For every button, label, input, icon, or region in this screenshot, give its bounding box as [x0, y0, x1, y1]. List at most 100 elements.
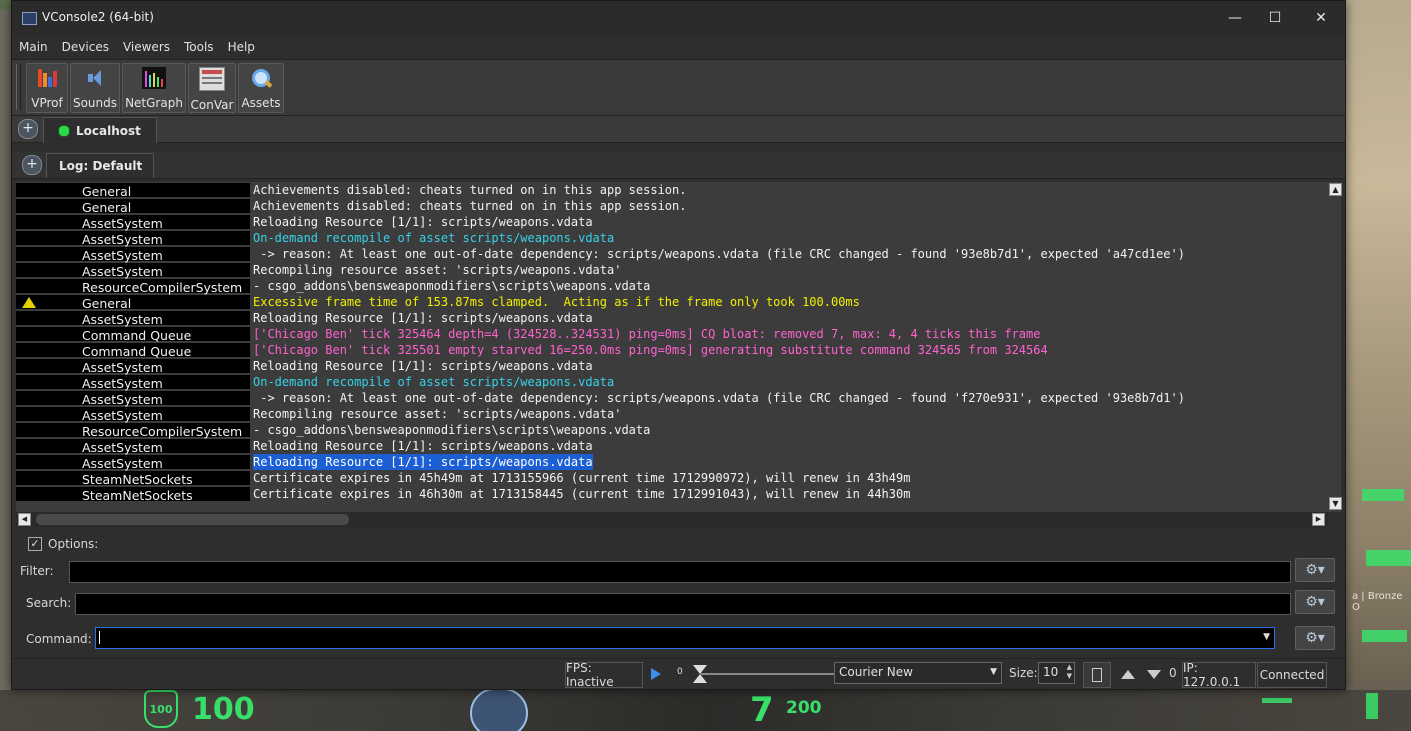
- log-message: Recompiling resource asset: 'scripts/wea…: [253, 407, 622, 421]
- size-label: Size:: [1009, 666, 1038, 680]
- sounds-button[interactable]: Sounds: [70, 63, 120, 113]
- vprof-button[interactable]: VProf: [26, 63, 68, 113]
- log-row[interactable]: AssetSystem Reloading Resource [1/1]: scr…: [16, 310, 1328, 327]
- netgraph-button[interactable]: NetGraph: [122, 63, 186, 113]
- close-button[interactable]: ✕: [1301, 6, 1341, 30]
- log-category-cell: AssetSystem: [16, 391, 250, 407]
- title-bar[interactable]: VConsole2 (64-bit) — ☐ ✕: [12, 1, 1345, 35]
- spinner-arrows-icon[interactable]: ▲ ▼: [1067, 663, 1072, 681]
- log-category-cell: General: [16, 295, 250, 311]
- arrow-up-icon: [1121, 669, 1135, 679]
- add-connection-button[interactable]: +: [18, 119, 38, 139]
- search-settings-button[interactable]: ⚙▾: [1295, 590, 1335, 614]
- log-message: Certificate expires in 46h30m at 1713158…: [253, 487, 911, 501]
- log-row[interactable]: AssetSystem On-demand recompile of asset …: [16, 230, 1328, 247]
- log-vertical-scrollbar[interactable]: ▲ ▼: [1328, 182, 1342, 512]
- log-horizontal-scrollbar[interactable]: ◀ ▶: [16, 512, 1328, 527]
- log-row[interactable]: AssetSystem Recompiling resource asset: '…: [16, 262, 1328, 279]
- menu-viewers[interactable]: Viewers: [116, 37, 177, 57]
- chevron-down-icon: ▼: [990, 667, 997, 677]
- log-row[interactable]: AssetSystem Reloading Resource [1/1]: scr…: [16, 438, 1328, 455]
- log-category-cell: Command Queue: [16, 343, 250, 359]
- log-row[interactable]: Command Queue ['Chicago Ben' tick 325464 …: [16, 326, 1328, 343]
- log-category: AssetSystem: [82, 408, 163, 423]
- vprof-icon: [35, 67, 59, 89]
- log-row[interactable]: AssetSystem Recompiling resource asset: '…: [16, 406, 1328, 423]
- maximize-button[interactable]: ☐: [1255, 6, 1295, 30]
- filter-settings-button[interactable]: ⚙▾: [1295, 558, 1335, 582]
- log-row[interactable]: ResourceCompilerSystem - csgo_addons\bens…: [16, 422, 1328, 439]
- slider-track[interactable]: [701, 673, 841, 675]
- fps-status-text: FPS: Inactive: [566, 661, 614, 689]
- menu-help[interactable]: Help: [221, 37, 262, 57]
- options-checkbox[interactable]: ✓: [28, 537, 42, 551]
- log-row[interactable]: ResourceCompilerSystem - csgo_addons\bens…: [16, 278, 1328, 295]
- scroll-left-icon[interactable]: ◀: [18, 513, 31, 526]
- filter-input[interactable]: [69, 561, 1291, 583]
- log-message: Excessive frame time of 153.87ms clamped…: [253, 295, 860, 309]
- log-row[interactable]: General Excessive frame time of 153.87ms …: [16, 294, 1328, 311]
- previous-bookmark-button[interactable]: [1117, 662, 1139, 686]
- log-row[interactable]: AssetSystem Reloading Resource [1/1]: scr…: [16, 358, 1328, 375]
- command-history-dropdown-icon[interactable]: ▼: [1263, 632, 1270, 642]
- convar-button[interactable]: ConVar: [188, 63, 236, 113]
- toolbar-grip[interactable]: [16, 64, 21, 110]
- log-category: AssetSystem: [82, 312, 163, 327]
- size-value: 10: [1043, 665, 1059, 679]
- log-row[interactable]: SteamNetSockets Certificate expires in 45…: [16, 470, 1328, 487]
- menu-main[interactable]: Main: [12, 37, 55, 57]
- next-bookmark-button[interactable]: [1143, 662, 1165, 686]
- slider-handle-icon[interactable]: [693, 665, 707, 674]
- play-button[interactable]: [643, 662, 669, 686]
- tab-log-default[interactable]: Log: Default: [46, 153, 154, 178]
- command-settings-button[interactable]: ⚙▾: [1295, 626, 1335, 650]
- font-select[interactable]: Courier New ▼: [834, 662, 1002, 684]
- log-message: ['Chicago Ben' tick 325501 empty starved…: [253, 343, 1048, 357]
- scroll-right-icon[interactable]: ▶: [1312, 513, 1325, 526]
- sounds-label: Sounds: [72, 96, 118, 110]
- weapon-icon: [1362, 489, 1404, 501]
- horizontal-scroll-thumb[interactable]: [36, 514, 349, 525]
- minimize-button[interactable]: —: [1215, 6, 1255, 30]
- bookmark-button[interactable]: [1083, 662, 1111, 688]
- log-row[interactable]: AssetSystem On-demand recompile of asset …: [16, 374, 1328, 391]
- scroll-down-icon[interactable]: ▼: [1329, 497, 1342, 510]
- log-row[interactable]: Command Queue ['Chicago Ben' tick 325501 …: [16, 342, 1328, 359]
- tab-localhost[interactable]: Localhost: [43, 117, 157, 143]
- menu-devices[interactable]: Devices: [55, 37, 116, 57]
- add-log-tab-button[interactable]: +: [22, 155, 42, 175]
- log-row[interactable]: AssetSystem Reloading Resource [1/1]: scr…: [16, 454, 1328, 471]
- background-wall-right: [1341, 0, 1411, 731]
- log-category: AssetSystem: [82, 376, 163, 391]
- log-row[interactable]: SteamNetSockets Certificate expires in 46…: [16, 486, 1328, 503]
- log-row[interactable]: AssetSystem Reloading Resource [1/1]: scr…: [16, 214, 1328, 231]
- log-category: Command Queue: [82, 344, 192, 359]
- assets-button[interactable]: Assets: [238, 63, 284, 113]
- connection-status-icon: [58, 124, 70, 137]
- scroll-up-icon[interactable]: ▲: [1329, 183, 1342, 196]
- connection-status: Connected: [1257, 662, 1327, 688]
- log-category: General: [82, 296, 132, 311]
- tab-log-default-label: Log: Default: [59, 159, 143, 173]
- log-output[interactable]: General Achievements disabled: cheats tur…: [16, 182, 1328, 512]
- log-row[interactable]: AssetSystem -> reason: At least one out-…: [16, 390, 1328, 407]
- log-message: -> reason: At least one out-of-date depe…: [253, 391, 1185, 405]
- log-message: Achievements disabled: cheats turned on …: [253, 199, 687, 213]
- gear-icon: ⚙▾: [1305, 594, 1325, 610]
- log-row[interactable]: AssetSystem -> reason: At least one out-…: [16, 246, 1328, 263]
- log-message: -> reason: At least one out-of-date depe…: [253, 247, 1185, 261]
- log-row[interactable]: General Achievements disabled: cheats tur…: [16, 198, 1328, 215]
- menu-tools[interactable]: Tools: [177, 37, 221, 57]
- frame-slider[interactable]: 0: [673, 662, 841, 686]
- app-icon: [22, 12, 37, 25]
- ammo-value: 7: [750, 690, 774, 730]
- search-input[interactable]: [75, 593, 1291, 615]
- bookmark-icon: [1092, 668, 1102, 682]
- log-category: AssetSystem: [82, 440, 163, 455]
- command-input[interactable]: ▼: [95, 627, 1275, 649]
- vconsole-window: VConsole2 (64-bit) — ☐ ✕ Main Devices Vi…: [11, 0, 1346, 690]
- log-category: General: [82, 200, 132, 215]
- command-label: Command:: [26, 632, 92, 646]
- log-row[interactable]: General Achievements disabled: cheats tur…: [16, 182, 1328, 199]
- size-spinner[interactable]: 10 ▲ ▼: [1038, 662, 1075, 684]
